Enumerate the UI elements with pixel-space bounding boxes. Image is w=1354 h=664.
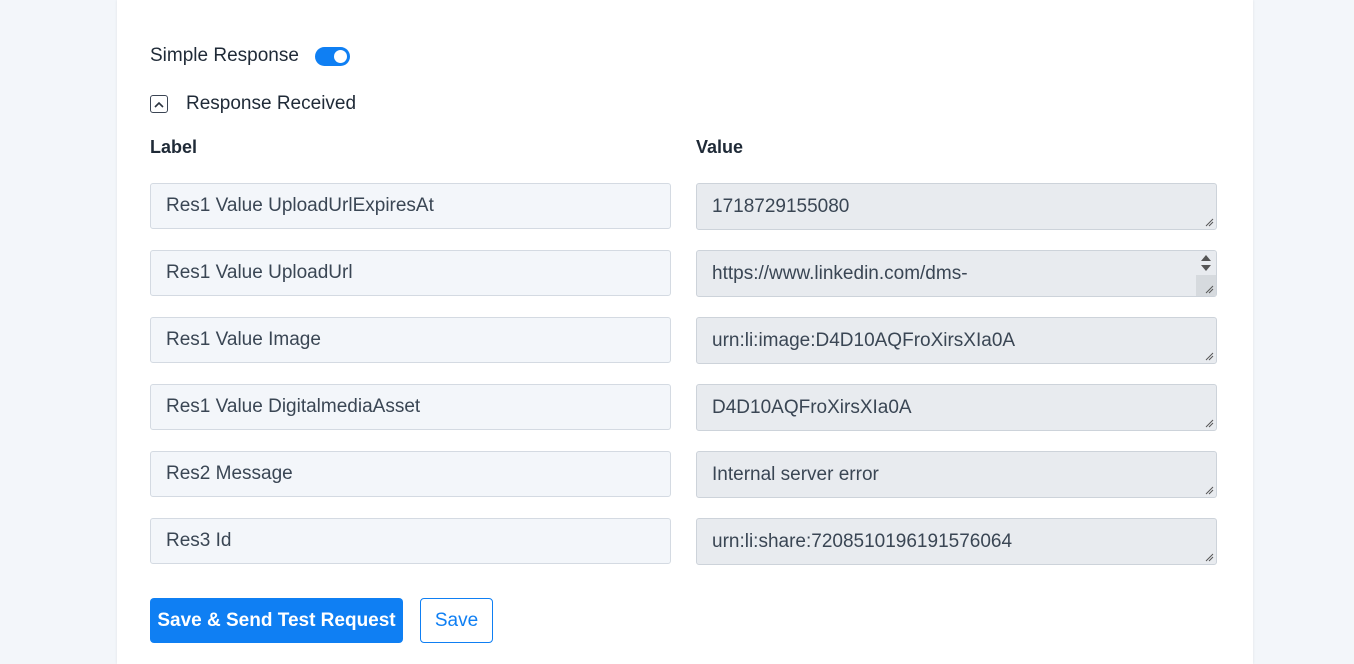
save-and-send-test-request-button[interactable]: Save & Send Test Request <box>150 598 403 643</box>
simple-response-label: Simple Response <box>150 45 299 66</box>
label-field[interactable]: Res1 Value DigitalmediaAsset <box>150 384 671 430</box>
simple-response-row: Simple Response <box>150 43 350 69</box>
value-text: Internal server error <box>712 463 879 485</box>
save-button[interactable]: Save <box>420 598 493 643</box>
value-column-header: Value <box>696 137 744 157</box>
chevron-up-icon <box>154 101 164 108</box>
toggle-knob <box>333 49 347 63</box>
value-field[interactable]: https://www.linkedin.com/dms- <box>696 250 1217 297</box>
value-text: D4D10AQFroXirsXIa0A <box>712 396 912 418</box>
label-field[interactable]: Res2 Message <box>150 451 671 497</box>
label-field[interactable]: Res3 Id <box>150 518 671 564</box>
response-card: Simple Response Response Received Label … <box>117 0 1253 664</box>
label-field[interactable]: Res1 Value UploadUrl <box>150 250 671 296</box>
simple-response-toggle[interactable] <box>314 46 350 66</box>
value-text: urn:li:share:7208510196191576064 <box>712 530 1013 552</box>
resize-grip-icon[interactable] <box>1204 552 1214 562</box>
value-text: urn:li:image:D4D10AQFroXirsXIa0A <box>712 329 1016 351</box>
value-field[interactable]: urn:li:share:7208510196191576064 <box>696 518 1217 565</box>
value-field[interactable]: Internal server error <box>696 451 1217 498</box>
scroll-up-arrow-icon[interactable] <box>1201 255 1211 261</box>
collapse-toggle-button[interactable] <box>150 95 168 113</box>
value-text: 1718729155080 <box>712 195 850 217</box>
scroll-down-arrow-icon[interactable] <box>1201 265 1211 271</box>
label-field[interactable]: Res1 Value Image <box>150 317 671 363</box>
resize-grip-icon[interactable] <box>1204 418 1214 428</box>
value-field[interactable]: 1718729155080 <box>696 183 1217 230</box>
value-field[interactable]: D4D10AQFroXirsXIa0A <box>696 384 1217 431</box>
label-column-header: Label <box>150 137 198 157</box>
value-field[interactable]: urn:li:image:D4D10AQFroXirsXIa0A <box>696 317 1217 364</box>
label-field[interactable]: Res1 Value UploadUrlExpiresAt <box>150 183 671 229</box>
response-received-title: Response Received <box>186 93 357 114</box>
resize-grip-icon[interactable] <box>1204 351 1214 361</box>
resize-grip-icon[interactable] <box>1204 284 1214 294</box>
response-received-row: Response Received <box>150 92 356 116</box>
value-text: https://www.linkedin.com/dms- <box>712 262 968 284</box>
resize-grip-icon[interactable] <box>1204 217 1214 227</box>
resize-grip-icon[interactable] <box>1204 485 1214 495</box>
